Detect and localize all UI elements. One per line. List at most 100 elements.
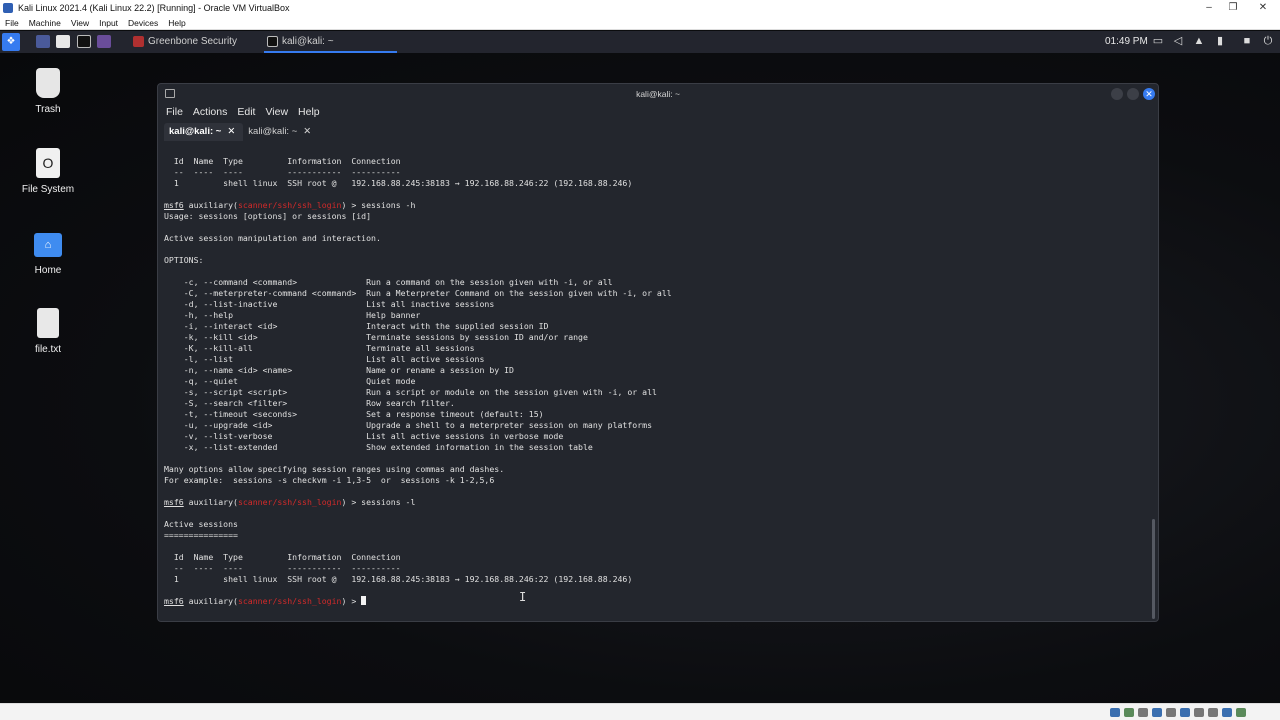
home-folder-icon: ⌂ <box>34 233 62 257</box>
sessions-table-row: 1 shell linux SSH root @ 192.168.88.245:… <box>164 178 633 188</box>
mouse-integration-icon <box>1236 708 1246 717</box>
option-line: -t, --timeout <seconds> Set a response t… <box>164 409 544 419</box>
tab-label: kali@kali: ~ <box>169 126 222 137</box>
option-line: -s, --script <script> Run a script or mo… <box>164 387 657 397</box>
host-status-bar <box>0 703 1280 720</box>
options-heading: OPTIONS: <box>164 255 204 265</box>
terminal-window[interactable]: kali@kali: ~ ✕ File Actions Edit View He… <box>157 83 1159 622</box>
prompt-line: msf6 auxiliary(scanner/ssh/ssh_login) > … <box>164 497 1149 508</box>
terminal-output[interactable]: Id Name Type Information Connection -- -… <box>164 156 1149 607</box>
menu-help[interactable]: Help <box>168 16 185 29</box>
kali-menu-icon[interactable]: ❖ <box>2 33 20 51</box>
terminal-title: kali@kali: ~ <box>636 89 680 99</box>
hdd-status-icon <box>1110 708 1120 717</box>
mute-icon[interactable]: ◁ <box>1172 35 1184 48</box>
terminal-menu-edit[interactable]: Edit <box>237 104 255 120</box>
desktop-icon-filesystem[interactable]: O File System <box>8 148 88 195</box>
prompt-command: ) > sessions -h <box>341 200 416 210</box>
terminal-menubar: File Actions Edit View Help <box>166 104 320 120</box>
desktop-icon-label: file.txt <box>34 344 62 355</box>
virtualbox-menubar: File Machine View Input Devices Help <box>0 16 1280 30</box>
terminal-menu-actions[interactable]: Actions <box>193 104 227 120</box>
option-line: -l, --list List all active sessions <box>164 354 485 364</box>
virtualbox-title: Kali Linux 2021.4 (Kali Linux 22.2) [Run… <box>18 3 290 13</box>
terminal-titlebar[interactable]: kali@kali: ~ ✕ <box>158 84 1158 104</box>
virtualbox-titlebar: Kali Linux 2021.4 (Kali Linux 22.2) [Run… <box>0 0 1280 16</box>
desktop-icon-home[interactable]: ⌂ Home <box>8 229 88 276</box>
workspace-icon[interactable] <box>36 35 50 48</box>
desktop-icon-label: Home <box>34 265 62 276</box>
network-status-icon <box>1152 708 1162 717</box>
terminal-task-icon <box>267 36 278 47</box>
menu-view[interactable]: View <box>71 16 89 29</box>
description-line: Active session manipulation and interact… <box>164 233 381 243</box>
menu-input[interactable]: Input <box>99 16 118 29</box>
prompt-command: ) > <box>341 596 362 606</box>
close-icon[interactable]: ✕ <box>1248 0 1278 16</box>
battery-icon[interactable]: ▮ <box>1214 35 1226 48</box>
notification-bell-icon[interactable]: ▲ <box>1193 35 1205 48</box>
lock-icon[interactable]: ■ <box>1241 35 1253 48</box>
prompt-msf6: msf6 <box>164 497 184 507</box>
tab-label: kali@kali: ~ <box>248 126 298 137</box>
close-icon[interactable]: ✕ <box>1143 88 1155 100</box>
maximize-icon[interactable] <box>1127 88 1139 100</box>
maximize-icon[interactable]: ❐ <box>1218 0 1248 16</box>
terminal-menu-help[interactable]: Help <box>298 104 320 120</box>
option-line: -x, --list-extended Show extended inform… <box>164 442 593 452</box>
prompt-line-current[interactable]: msf6 auxiliary(scanner/ssh/ssh_login) > <box>164 596 1149 607</box>
power-icon[interactable]: ⏻ <box>1262 35 1274 48</box>
sessions-table-header: Id Name Type Information Connection <box>164 156 401 166</box>
menu-machine[interactable]: Machine <box>29 16 61 29</box>
terminal-menu-view[interactable]: View <box>265 104 288 120</box>
prompt-command: ) > sessions -l <box>341 497 416 507</box>
example-line: For example: sessions -s checkvm -i 1,3-… <box>164 475 495 485</box>
prompt-msf6: msf6 <box>164 596 184 606</box>
task-greenbone[interactable]: Greenbone Security Ass... <box>130 31 260 69</box>
option-line: -n, --name <id> <name> Name or rename a … <box>164 365 514 375</box>
terminal-window-icon <box>165 89 175 98</box>
prompt-module: scanner/ssh/ssh_login <box>237 596 342 606</box>
minimize-icon[interactable] <box>1111 88 1123 100</box>
option-line: -k, --kill <id> Terminate sessions by se… <box>164 332 588 342</box>
sessions-table-row: 1 shell linux SSH root @ 192.168.88.245:… <box>164 574 633 584</box>
task-terminal-label: kali@kali: ~ <box>282 36 334 47</box>
drive-icon: O <box>36 148 60 178</box>
prompt-module: scanner/ssh/ssh_login <box>237 497 342 507</box>
terminal-tab-1[interactable]: kali@kali: ~ ✕ <box>164 123 244 141</box>
desktop-icon-label: Trash <box>35 104 61 115</box>
desktop-icon-filetxt[interactable]: file.txt <box>8 308 88 355</box>
clock[interactable]: 01:49 PM <box>1105 31 1148 53</box>
tab-close-icon[interactable]: ✕ <box>227 126 235 137</box>
active-sessions-heading: Active sessions <box>164 519 238 529</box>
terminal-menu-file[interactable]: File <box>166 104 183 120</box>
terminal-tab-2[interactable]: kali@kali: ~ ✕ <box>243 123 319 141</box>
display-icon[interactable]: ▭ <box>1152 35 1164 48</box>
option-line: -C, --meterpreter-command <command> Run … <box>164 288 672 298</box>
trash-icon <box>36 68 60 98</box>
menu-devices[interactable]: Devices <box>128 16 158 29</box>
desktop-icon-trash[interactable]: Trash <box>8 68 88 115</box>
prompt-msf6: msf6 <box>164 200 184 210</box>
mouse-ibeam-cursor-icon: I <box>519 590 527 604</box>
desktop-icon-label: File System <box>21 184 75 195</box>
option-line: -v, --list-verbose List all active sessi… <box>164 431 564 441</box>
task-terminal[interactable]: kali@kali: ~ <box>264 31 397 53</box>
terminal-tabbar: kali@kali: ~ ✕ kali@kali: ~ ✕ <box>164 123 319 141</box>
option-line: -h, --help Help banner <box>164 310 421 320</box>
option-line: -c, --command <command> Run a command on… <box>164 277 613 287</box>
terminal-scrollbar[interactable] <box>1152 519 1155 619</box>
file-manager-icon[interactable] <box>56 35 70 48</box>
tab-close-icon[interactable]: ✕ <box>303 126 311 137</box>
option-line: -q, --quiet Quiet mode <box>164 376 416 386</box>
optical-drive-icon <box>1124 708 1134 717</box>
terminal-launcher-icon[interactable] <box>77 35 91 48</box>
browser-launcher-icon[interactable] <box>97 35 111 48</box>
shared-folder-icon <box>1180 708 1190 717</box>
option-line: -d, --list-inactive List all inactive se… <box>164 299 495 309</box>
sessions-table-underline: -- ---- ---- ----------- ---------- <box>164 563 401 573</box>
recording-status-icon <box>1208 708 1218 717</box>
ranges-note: Many options allow specifying session ra… <box>164 464 505 474</box>
menu-file[interactable]: File <box>5 16 19 29</box>
text-cursor <box>361 596 367 605</box>
